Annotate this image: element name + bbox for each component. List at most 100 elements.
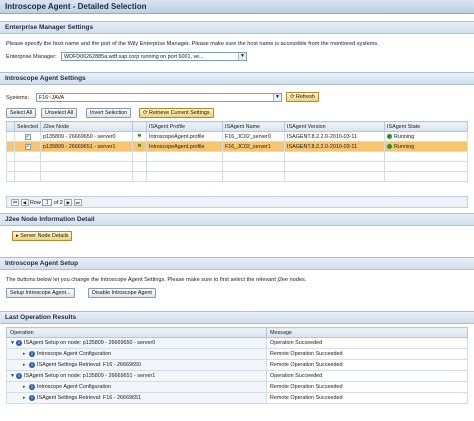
server-node-details-button[interactable]: ▸ Server Node Details	[12, 231, 73, 241]
agent-setup-header: Introscope Agent Setup	[0, 257, 474, 270]
agent-setup-description: The buttons below let you change the Int…	[6, 277, 307, 283]
row-checkbox[interactable]: ✓	[14, 131, 41, 142]
agents-table: Selected J2ee Node ISAgent Profile ISAge…	[6, 121, 468, 182]
row-state-label: Running	[394, 143, 415, 150]
info-icon: i	[29, 351, 35, 357]
result-operation-text: ISAgent Settings Retrieval: F16 - 266696…	[37, 395, 141, 401]
result-message: Remote Operation Succeeded	[266, 392, 468, 404]
result-message: Operation Succeeded	[266, 370, 468, 382]
col-operation[interactable]: Operation	[6, 327, 267, 338]
node-info-header: J2ee Node Information Detail	[0, 213, 474, 226]
refresh-button[interactable]: ⟳ Refresh	[286, 92, 319, 102]
configure-icon[interactable]: ⚑	[137, 144, 142, 150]
configure-icon[interactable]: ⚑	[137, 134, 142, 140]
result-row[interactable]: ▸ i ISAgent Settings Retrieval: F16 - 2666…	[6, 392, 468, 404]
row-version: ISAGENT.8.2.2.0-2010-03-11	[284, 141, 385, 152]
arrow-right-icon: ▸	[16, 233, 19, 239]
result-operation-text: Introscope Agent Configuration	[37, 351, 112, 357]
result-message: Remote Operation Succeeded	[266, 348, 468, 360]
pager-row-input[interactable]: 1	[42, 199, 53, 206]
row-checkbox[interactable]: ✓	[14, 141, 41, 152]
result-operation: ▼ i ISAgent Setup on node: p135809 - 26669…	[6, 337, 267, 349]
result-operation-text: Introscope Agent Configuration	[37, 384, 112, 390]
row-config-cell[interactable]: ⚑	[132, 131, 147, 142]
empty-row	[6, 161, 468, 172]
result-operation-text: ISAgent Setup on node: p135809 - 2666965…	[24, 340, 156, 346]
result-operation: ▸ i ISAgent Settings Retrieval: F16 - 2666…	[6, 392, 267, 404]
status-running-icon	[387, 133, 392, 139]
row-state: Running	[384, 141, 468, 152]
refresh-icon: ⟳	[290, 94, 295, 100]
info-icon: i	[16, 340, 22, 346]
checkbox-checked-icon[interactable]: ✓	[24, 133, 31, 140]
col-selected[interactable]: Selected	[14, 121, 41, 132]
chevron-down-icon[interactable]: ▼	[238, 53, 246, 60]
col-agent-version[interactable]: ISAgent Version	[284, 121, 385, 132]
row-node: p135809 - 26669650 - server0	[40, 131, 133, 142]
info-icon: i	[29, 384, 35, 390]
row-selector[interactable]	[6, 131, 15, 142]
next-page-icon[interactable]: ▶	[64, 199, 73, 206]
col-agent-name[interactable]: ISAgent Name	[222, 121, 285, 132]
info-icon: i	[29, 395, 35, 401]
row-profile: IntroscopeAgent.profile	[146, 131, 223, 142]
col-j2ee-node[interactable]: J2ee Node	[40, 121, 133, 132]
results-header: Last Operation Results	[0, 311, 474, 324]
row-state: Running	[384, 131, 468, 142]
result-operation-text: ISAgent Settings Retrieval: F16 - 266696…	[37, 362, 141, 368]
result-message: Remote Operation Succeeded	[266, 359, 468, 371]
table-pager: ⏮ ◀ Row 1 of 2 ▶ ⏭	[6, 196, 468, 208]
info-icon: i	[16, 373, 22, 379]
row-profile: IntroscopeAgent.profile	[146, 141, 223, 152]
row-state-label: Running	[394, 133, 415, 140]
first-page-icon[interactable]: ⏮	[11, 199, 19, 206]
result-message: Operation Succeeded	[266, 337, 468, 349]
row-selector[interactable]	[6, 141, 15, 152]
retrieve-settings-label: Retrieve Current Settings	[149, 110, 210, 116]
status-running-icon	[387, 143, 392, 149]
info-icon: i	[29, 362, 35, 368]
empty-row	[6, 171, 468, 182]
row-selector-header	[6, 121, 15, 132]
col-agent-profile[interactable]: ISAgent Profile	[146, 121, 223, 132]
systems-label: Systems:	[6, 95, 30, 101]
result-operation-text: ISAgent Setup on node: p135809 - 2666965…	[24, 373, 156, 379]
systems-select[interactable]: F16~JAVA ▼	[36, 93, 282, 102]
retrieve-settings-button[interactable]: ⟳ Retrieve Current Settings	[139, 108, 214, 118]
result-operation: ▸ i ISAgent Settings Retrieval: F16 - 2666…	[6, 359, 267, 371]
prev-page-icon[interactable]: ◀	[20, 199, 29, 206]
result-row[interactable]: ▸ i ISAgent Settings Retrieval: F16 - 2666…	[6, 359, 468, 371]
em-select-value: WDFD00262885a.wdf.sap.corp running on po…	[64, 54, 204, 60]
last-page-icon[interactable]: ⏭	[73, 199, 82, 206]
disable-agent-button[interactable]: Disable Introscope Agent	[88, 288, 156, 298]
pager-of-label: of 2	[53, 199, 63, 206]
row-name: F16_JC02_server1	[222, 141, 285, 152]
agents-table-header: Selected J2ee Node ISAgent Profile ISAge…	[6, 121, 468, 132]
result-operation: ▸ i Introscope Agent Configuration	[6, 381, 267, 393]
col-message[interactable]: Message	[266, 327, 468, 338]
result-message: Remote Operation Succeeded	[266, 381, 468, 393]
em-settings-header: Enterprise Manager Settings	[0, 21, 474, 34]
row-version: ISAGENT.8.2.2.0-2010-03-11	[284, 131, 385, 142]
row-config-cell[interactable]: ⚑	[132, 141, 147, 152]
checkbox-checked-icon[interactable]: ✓	[24, 143, 31, 150]
result-row[interactable]: ▼ i ISAgent Setup on node: p135809 - 26669…	[6, 337, 468, 349]
em-label: Enterprise Manager:	[6, 54, 57, 60]
setup-agent-button[interactable]: Setup Introscope Agent...	[6, 288, 75, 298]
systems-select-value: F16~JAVA	[39, 95, 65, 101]
table-row[interactable]: ✓ p135809 - 26669651 - server1 ⚑ Introsc…	[6, 141, 468, 152]
em-select[interactable]: WDFD00262885a.wdf.sap.corp running on po…	[61, 52, 247, 61]
result-operation: ▼ i ISAgent Setup on node: p135809 - 26669…	[6, 370, 267, 382]
select-all-button[interactable]: Select All	[6, 108, 37, 118]
result-row[interactable]: ▸ i Introscope Agent Configuration Remote …	[6, 381, 468, 393]
result-row[interactable]: ▼ i ISAgent Setup on node: p135809 - 26669…	[6, 370, 468, 382]
col-agent-state[interactable]: ISAgent State	[384, 121, 468, 132]
results-table-header: Operation Message	[6, 327, 468, 338]
table-row[interactable]: ✓ p135809 - 26669650 - server0 ⚑ Introsc…	[6, 131, 468, 142]
result-row[interactable]: ▸ i Introscope Agent Configuration Remote …	[6, 348, 468, 360]
invert-selection-button[interactable]: Invert Selection	[86, 108, 132, 118]
agent-settings-header: Introscope Agent Settings	[0, 72, 474, 85]
em-settings-description: Please specify the host name and the por…	[6, 41, 379, 47]
unselect-all-button[interactable]: Unselect All	[41, 108, 78, 118]
chevron-down-icon[interactable]: ▼	[273, 94, 281, 101]
